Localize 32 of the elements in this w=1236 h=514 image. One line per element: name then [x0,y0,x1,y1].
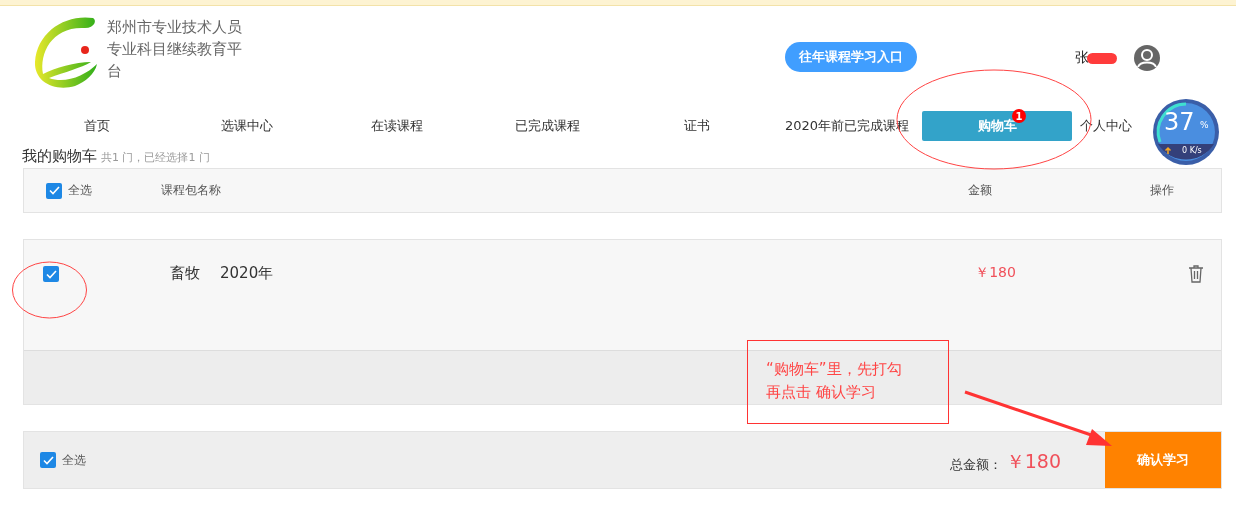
annotation-note: “购物车”里，先打勾 再点击 确认学习 [747,340,949,424]
column-header: 操作 [1150,182,1174,199]
nav-tab[interactable]: 选课中心 [172,111,322,141]
course-name: 畜牧 [170,264,200,283]
percent-reading: 37 [1164,108,1195,136]
nav-tab[interactable]: 已完成课程 [472,111,622,141]
nav-tab[interactable]: 在读课程 [322,111,472,141]
nav-tab[interactable]: 个人中心 [1072,111,1132,141]
cart-summary: 共1 门，已经选择1 门 [101,150,210,165]
select-all-label: 全选 [68,182,92,199]
column-header: 金额 [968,182,993,199]
nav-tab[interactable]: 首页 [22,111,172,141]
cart-title: 我的购物车 [22,147,97,166]
checkbox[interactable] [40,452,56,468]
course-price: ￥180 [975,264,1016,282]
course-year: 2020年 [220,264,274,283]
checkbox[interactable] [46,182,62,199]
total-label: 总金额： [949,456,1002,474]
avatar-icon[interactable] [1133,44,1161,72]
user-name: 张 [1075,49,1089,67]
checkbox[interactable] [43,266,59,282]
total-amount: ￥180 [1005,449,1061,474]
trash-icon[interactable] [1187,264,1204,284]
percent-unit: % [1200,120,1209,130]
nav-tab[interactable]: 证书 [622,111,772,141]
redaction-mark [1087,52,1117,64]
select-all-label: 全选 [62,451,86,469]
speed-reading: 0 K/s [1182,146,1202,155]
site-title: 郑州市专业技术人员专业科目继续教育平台 [107,17,243,82]
speed-meter-icon [1152,98,1220,166]
nav-tab[interactable]: 2020年前已完成课程 [772,111,922,141]
column-header: 课程包名称 [161,182,222,199]
